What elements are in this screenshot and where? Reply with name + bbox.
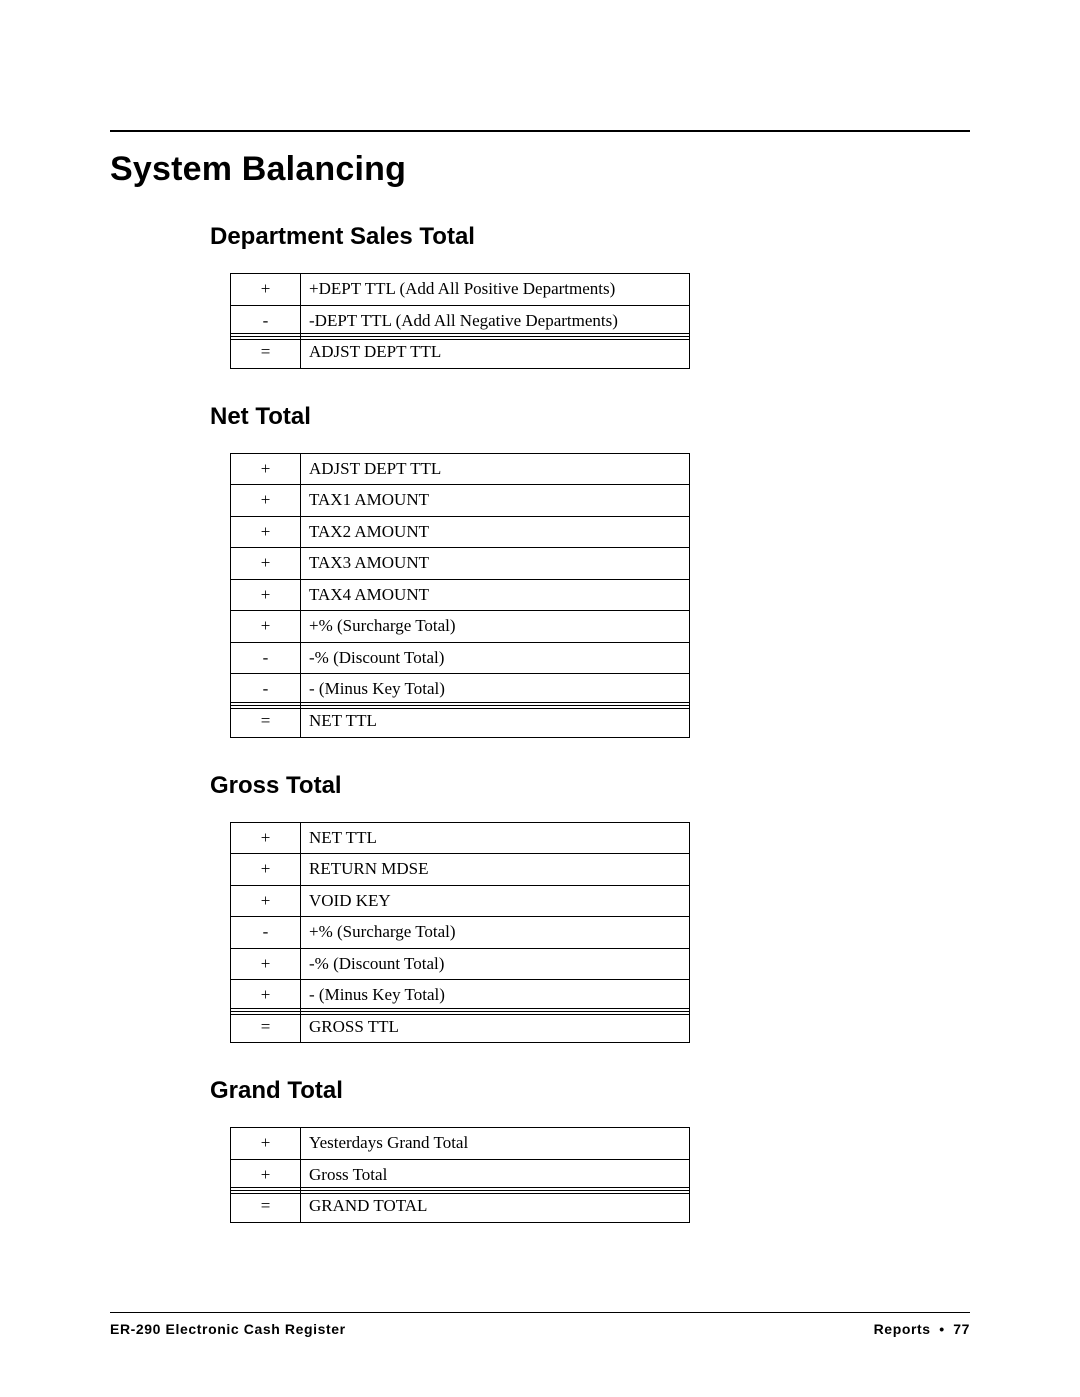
op-cell: + — [231, 854, 301, 886]
op-cell: + — [231, 822, 301, 854]
op-cell: + — [231, 980, 301, 1012]
label-cell: RETURN MDSE — [301, 854, 690, 886]
table-row: +-% (Discount Total) — [231, 948, 690, 980]
table-row: +TAX4 AMOUNT — [231, 579, 690, 611]
op-cell: = — [231, 1011, 301, 1043]
label-cell: - (Minus Key Total) — [301, 980, 690, 1012]
label-cell: NET TTL — [301, 706, 690, 738]
label-cell: +% (Surcharge Total) — [301, 917, 690, 949]
result-row: =ADJST DEPT TTL — [231, 337, 690, 369]
result-row: =GROSS TTL — [231, 1011, 690, 1043]
op-cell: - — [231, 917, 301, 949]
op-cell: = — [231, 337, 301, 369]
op-cell: - — [231, 305, 301, 337]
top-rule — [110, 130, 970, 132]
op-cell: + — [231, 885, 301, 917]
table-row: +Gross Total — [231, 1159, 690, 1191]
calc-table: ++DEPT TTL (Add All Positive Departments… — [230, 273, 690, 369]
table-row: +Yesterdays Grand Total — [231, 1128, 690, 1160]
op-cell: - — [231, 674, 301, 706]
op-cell: + — [231, 579, 301, 611]
label-cell: Gross Total — [301, 1159, 690, 1191]
result-row: =NET TTL — [231, 706, 690, 738]
table-row: +TAX2 AMOUNT — [231, 516, 690, 548]
label-cell: Yesterdays Grand Total — [301, 1128, 690, 1160]
label-cell: -DEPT TTL (Add All Negative Departments) — [301, 305, 690, 337]
label-cell: TAX1 AMOUNT — [301, 485, 690, 517]
table-row: +NET TTL — [231, 822, 690, 854]
label-cell: NET TTL — [301, 822, 690, 854]
calc-table: +Yesterdays Grand Total+Gross Total=GRAN… — [230, 1127, 690, 1223]
footer: ER-290 Electronic Cash Register Reports … — [110, 1312, 970, 1337]
op-cell: + — [231, 1159, 301, 1191]
label-cell: GRAND TOTAL — [301, 1191, 690, 1223]
calc-table: +ADJST DEPT TTL+TAX1 AMOUNT+TAX2 AMOUNT+… — [230, 453, 690, 738]
op-cell: + — [231, 1128, 301, 1160]
table-row: +TAX1 AMOUNT — [231, 485, 690, 517]
table-row: +RETURN MDSE — [231, 854, 690, 886]
result-row: =GRAND TOTAL — [231, 1191, 690, 1223]
op-cell: + — [231, 453, 301, 485]
table-row: ++DEPT TTL (Add All Positive Departments… — [231, 274, 690, 306]
section: Grand Total +Yesterdays Grand Total+Gross… — [110, 1077, 970, 1223]
table-row: ++% (Surcharge Total) — [231, 611, 690, 643]
label-cell: TAX3 AMOUNT — [301, 548, 690, 580]
op-cell: = — [231, 1191, 301, 1223]
calc-table: +NET TTL+RETURN MDSE+VOID KEY-+% (Surcha… — [230, 822, 690, 1044]
table-row: --% (Discount Total) — [231, 642, 690, 674]
footer-right: Reports • 77 — [874, 1321, 970, 1337]
section-heading: Department Sales Total — [210, 223, 970, 251]
section-heading: Gross Total — [210, 772, 970, 800]
section: Net Total+ADJST DEPT TTL+TAX1 AMOUNT+TAX… — [110, 403, 970, 738]
label-cell: TAX2 AMOUNT — [301, 516, 690, 548]
op-cell: + — [231, 948, 301, 980]
op-cell: + — [231, 274, 301, 306]
op-cell: + — [231, 548, 301, 580]
label-cell: -% (Discount Total) — [301, 948, 690, 980]
op-cell: + — [231, 516, 301, 548]
table-row: +VOID KEY — [231, 885, 690, 917]
section-heading: Grand Total — [210, 1077, 970, 1105]
table-row: +ADJST DEPT TTL — [231, 453, 690, 485]
label-cell: VOID KEY — [301, 885, 690, 917]
label-cell: - (Minus Key Total) — [301, 674, 690, 706]
label-cell: -% (Discount Total) — [301, 642, 690, 674]
table-row: +TAX3 AMOUNT — [231, 548, 690, 580]
label-cell: ADJST DEPT TTL — [301, 453, 690, 485]
page: System Balancing Department Sales Total +… — [0, 0, 1080, 1223]
page-title: System Balancing — [110, 150, 970, 189]
table-row: -+% (Surcharge Total) — [231, 917, 690, 949]
op-cell: + — [231, 485, 301, 517]
footer-left: ER-290 Electronic Cash Register — [110, 1321, 346, 1337]
table-row: -- (Minus Key Total) — [231, 674, 690, 706]
table-row: +- (Minus Key Total) — [231, 980, 690, 1012]
label-cell: TAX4 AMOUNT — [301, 579, 690, 611]
table-row: --DEPT TTL (Add All Negative Departments… — [231, 305, 690, 337]
section-heading: Net Total — [210, 403, 970, 431]
op-cell: - — [231, 642, 301, 674]
section: Gross Total+NET TTL+RETURN MDSE+VOID KEY… — [110, 772, 970, 1044]
label-cell: GROSS TTL — [301, 1011, 690, 1043]
label-cell: +% (Surcharge Total) — [301, 611, 690, 643]
section: Department Sales Total ++DEPT TTL (Add Al… — [110, 223, 970, 369]
op-cell: = — [231, 706, 301, 738]
op-cell: + — [231, 611, 301, 643]
label-cell: +DEPT TTL (Add All Positive Departments) — [301, 274, 690, 306]
label-cell: ADJST DEPT TTL — [301, 337, 690, 369]
